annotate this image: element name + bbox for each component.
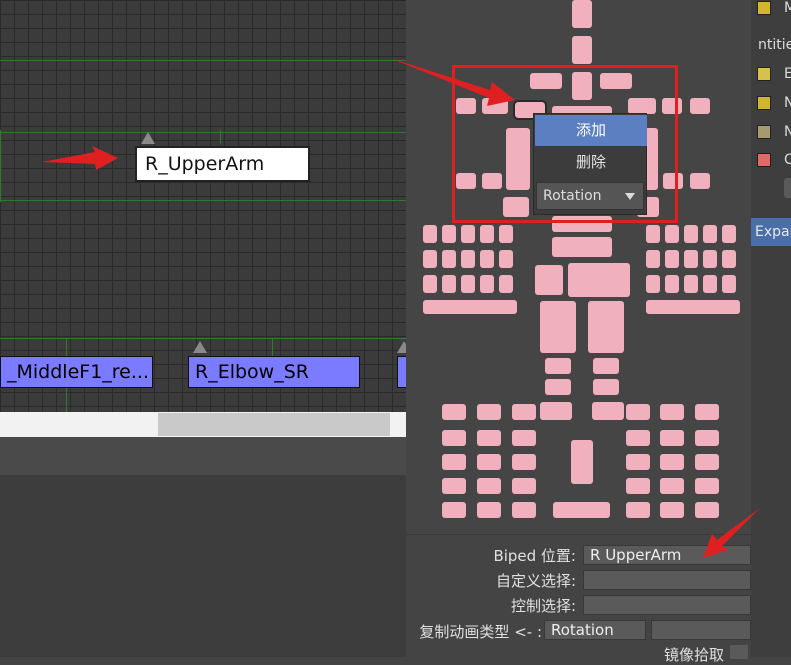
annotation-arrow <box>390 58 515 106</box>
annotation-arrow <box>703 508 760 558</box>
annotation-arrows <box>42 58 760 558</box>
annotation-arrow <box>42 146 118 170</box>
